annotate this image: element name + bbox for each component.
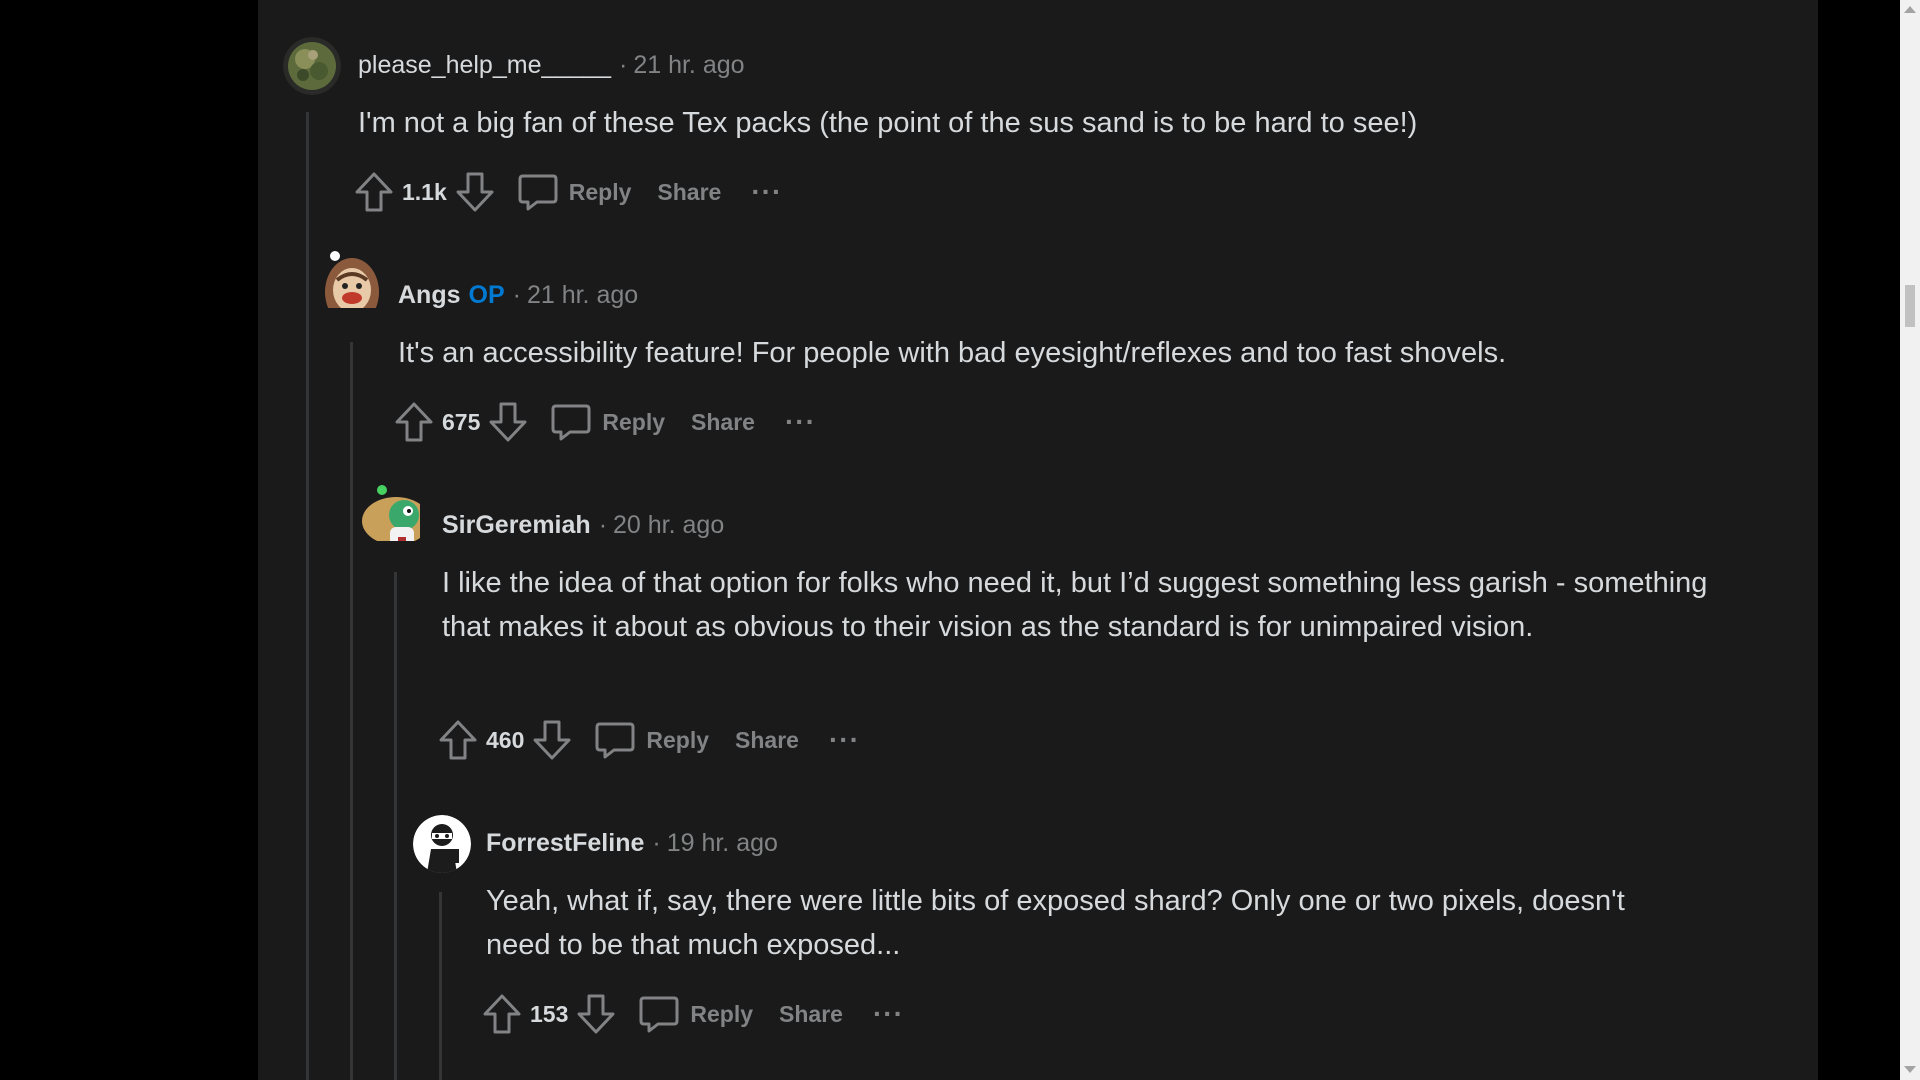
more-options-button[interactable]: ··· — [785, 406, 816, 438]
scroll-up-arrow-icon[interactable] — [1904, 6, 1916, 13]
upvote-icon[interactable] — [354, 171, 394, 213]
reply-button[interactable]: Reply — [569, 179, 632, 206]
reply-button[interactable]: Reply — [646, 727, 709, 754]
avatar[interactable] — [283, 37, 341, 95]
separator: · — [619, 51, 628, 79]
thread-line[interactable] — [350, 342, 353, 1080]
downvote-icon[interactable] — [455, 171, 495, 213]
comment-body: Yeah, what if, say, there were little bi… — [486, 885, 1625, 961]
reply-button[interactable]: Reply — [602, 409, 665, 436]
comment-actions: 675 Reply Share ··· — [394, 398, 816, 446]
share-button[interactable]: Share — [735, 727, 799, 754]
more-options-button[interactable]: ··· — [829, 724, 860, 756]
reply-button[interactable]: Reply — [690, 1001, 753, 1028]
reply-icon[interactable] — [638, 993, 680, 1035]
separator: · — [598, 511, 608, 539]
timestamp[interactable]: 21 hr. ago — [633, 51, 744, 79]
thread-line[interactable] — [439, 892, 442, 1080]
comment-header: Angs OP · 21 hr. ago — [398, 280, 638, 310]
share-button[interactable]: Share — [691, 409, 755, 436]
score: 460 — [486, 726, 525, 753]
upvote-icon[interactable] — [482, 993, 522, 1035]
comment-header: ForrestFeline · 19 hr. ago — [486, 828, 778, 858]
score: 153 — [530, 1000, 569, 1027]
upvote-icon[interactable] — [394, 401, 434, 443]
comment-actions: 460 Reply Share ··· — [438, 716, 860, 764]
share-button[interactable]: Share — [779, 1001, 843, 1028]
comment-body: It's an accessibility feature! For peopl… — [398, 337, 1507, 369]
comment-actions: 1.1k Reply Share ··· — [354, 168, 782, 216]
score: 675 — [442, 408, 481, 435]
timestamp[interactable]: 19 hr. ago — [667, 829, 778, 857]
more-options-button[interactable]: ··· — [751, 176, 782, 208]
username[interactable]: Angs — [398, 281, 461, 309]
comment-actions: 153 Reply Share ··· — [482, 990, 904, 1038]
scrollbar[interactable] — [1900, 0, 1920, 1080]
comment-body: I'm not a big fan of these Tex packs (th… — [358, 107, 1418, 139]
username[interactable]: ForrestFeline — [486, 829, 644, 857]
scroll-down-arrow-icon[interactable] — [1904, 1066, 1916, 1073]
comment-header: please_help_me_____ · 21 hr. ago — [358, 50, 745, 80]
username[interactable]: SirGeremiah — [442, 511, 591, 539]
thread-line[interactable] — [306, 112, 309, 1080]
comments-panel: please_help_me_____ · 21 hr. ago I'm not a… — [258, 0, 1818, 1080]
reply-icon[interactable] — [594, 719, 636, 761]
timestamp[interactable]: 21 hr. ago — [527, 281, 638, 309]
downvote-icon[interactable] — [532, 719, 572, 761]
more-options-button[interactable]: ··· — [873, 998, 904, 1030]
score: 1.1k — [402, 178, 447, 205]
share-button[interactable]: Share — [657, 179, 721, 206]
reply-icon[interactable] — [550, 401, 592, 443]
op-badge: OP — [468, 281, 505, 309]
timestamp[interactable]: 20 hr. ago — [613, 511, 724, 539]
upvote-icon[interactable] — [438, 719, 478, 761]
comment-header: SirGeremiah · 20 hr. ago — [442, 510, 724, 540]
thread-line[interactable] — [394, 572, 397, 1080]
reply-icon[interactable] — [517, 171, 559, 213]
separator: · — [512, 281, 521, 309]
avatar[interactable] — [362, 483, 420, 541]
username[interactable]: please_help_me_____ — [358, 51, 611, 79]
avatar[interactable] — [413, 815, 471, 873]
downvote-icon[interactable] — [488, 401, 528, 443]
avatar[interactable] — [323, 250, 381, 308]
comment-body: I like the idea of that option for folks… — [442, 567, 1708, 643]
scrollbar-thumb[interactable] — [1905, 285, 1915, 327]
downvote-icon[interactable] — [576, 993, 616, 1035]
separator: · — [652, 829, 661, 857]
